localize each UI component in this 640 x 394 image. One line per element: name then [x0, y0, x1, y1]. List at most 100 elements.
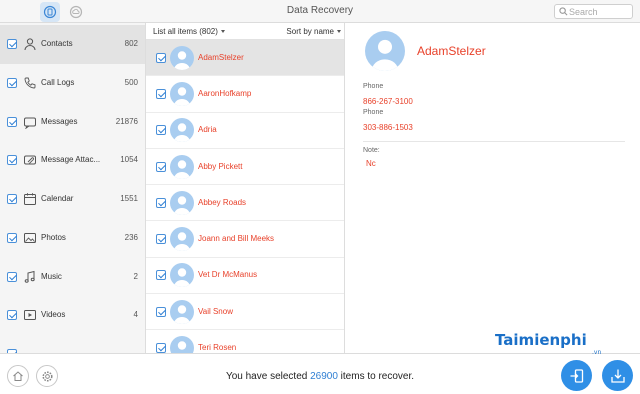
list-item[interactable]: AaronHofkamp	[146, 76, 344, 113]
person-silhouette-icon	[174, 232, 190, 252]
search-input[interactable]	[569, 6, 629, 17]
chevron-down-icon	[337, 30, 341, 34]
list-all-items-label: List all items (802)	[153, 27, 218, 36]
bottom-bar: You have selected 26900 items to recover…	[0, 353, 640, 394]
sidebar-item-photos[interactable]: Photos 236	[0, 219, 145, 258]
avatar	[170, 263, 194, 288]
sidebar-item-count: 21876	[115, 116, 138, 126]
music-icon	[24, 270, 35, 283]
category-checkbox[interactable]	[7, 194, 17, 205]
watermark-logo: Taimienphi .vn	[495, 331, 601, 356]
list-item[interactable]: Teri Rosen	[146, 330, 344, 353]
sidebar-item-calendar[interactable]: Calendar 1551	[0, 180, 145, 219]
category-checkbox[interactable]	[7, 116, 17, 127]
category-checkbox[interactable]	[7, 232, 17, 243]
list-item[interactable]: Adria	[146, 113, 344, 149]
row-checkbox[interactable]	[156, 306, 166, 317]
category-checkbox[interactable]	[7, 155, 17, 166]
category-checkbox[interactable]	[7, 39, 17, 50]
list-item[interactable]: Abby Pickett	[146, 149, 344, 186]
sidebar-item-count: 1054	[120, 155, 138, 165]
watermark-suffix: .vn	[592, 349, 602, 356]
detail-name: AdamStelzer	[417, 44, 486, 58]
avatar	[170, 81, 194, 106]
contact-name: Joann and Bill Meeks	[198, 234, 275, 244]
message-icon	[24, 117, 36, 129]
sidebar-item-contacts[interactable]: Contacts 802	[0, 25, 145, 64]
recover-to-device-button[interactable]	[561, 360, 592, 391]
category-checkbox[interactable]	[7, 78, 17, 89]
row-checkbox[interactable]	[156, 52, 166, 63]
download-to-computer-icon	[610, 369, 625, 383]
category-checkbox[interactable]	[7, 271, 17, 282]
person-silhouette-icon	[174, 268, 190, 288]
contact-name: AaronHofkamp	[198, 88, 252, 98]
paperclip-icon	[24, 155, 36, 165]
selection-status: You have selected 26900 items to recover…	[0, 371, 640, 382]
window-title: Data Recovery	[286, 5, 354, 16]
title-bar: Data Recovery	[0, 0, 640, 23]
sidebar-item-label: Messages	[41, 116, 78, 126]
sidebar-item-label: Calendar	[41, 194, 74, 204]
row-checkbox[interactable]	[156, 197, 166, 208]
avatar	[170, 299, 194, 324]
row-checkbox[interactable]	[156, 88, 166, 99]
row-checkbox[interactable]	[156, 161, 166, 172]
cloud-tab-button[interactable]	[66, 2, 86, 22]
video-icon	[24, 310, 36, 321]
list-item[interactable]: Joann and Bill Meeks	[146, 222, 344, 258]
phone-label: Phone	[363, 109, 384, 116]
search-box[interactable]	[554, 4, 633, 19]
row-checkbox[interactable]	[156, 125, 166, 136]
list-item[interactable]: Vet Dr McManus	[146, 258, 344, 295]
status-suffix: items to recover.	[337, 371, 415, 382]
avatar	[170, 118, 194, 143]
sidebar-item-count: 236	[124, 232, 138, 242]
sidebar-item-messages[interactable]: Messages 21876	[0, 102, 145, 141]
export-to-device-icon	[570, 368, 583, 383]
sidebar-item-count: 802	[124, 39, 138, 49]
sort-by-label: Sort by name	[286, 27, 334, 36]
sidebar-item-music[interactable]: Music 2	[0, 257, 145, 296]
category-checkbox[interactable]	[7, 310, 17, 321]
recover-to-computer-button[interactable]	[602, 360, 633, 391]
sidebar-item-call-logs[interactable]: Call Logs 500	[0, 64, 145, 103]
list-item[interactable]: Vail Snow	[146, 294, 344, 331]
category-sidebar: Contacts 802 Call Logs 500 Messages 2187…	[0, 23, 146, 353]
person-icon	[24, 38, 36, 51]
avatar	[170, 336, 194, 353]
contact-detail: AdamStelzer Phone 866-267-3100 Phone 303…	[346, 23, 640, 353]
list-item[interactable]: AdamStelzer	[146, 40, 344, 77]
sidebar-item-count: 1551	[120, 194, 138, 204]
photo-icon	[24, 232, 36, 243]
selected-count: 26900	[310, 371, 338, 382]
row-checkbox[interactable]	[156, 270, 166, 281]
sidebar-item-count: 4	[133, 310, 138, 320]
list-all-items-dropdown[interactable]: List all items (802)	[153, 27, 225, 36]
sidebar-item-label: Photos	[41, 232, 66, 242]
sidebar-item-message-attachments[interactable]: Message Attac... 1054	[0, 141, 145, 180]
note-value: Nc	[366, 159, 376, 168]
sidebar-item-label: Music	[41, 271, 62, 281]
calendar-icon	[24, 193, 36, 206]
contact-name: Adria	[198, 125, 217, 135]
contact-name: Vet Dr McManus	[198, 270, 258, 280]
divider	[363, 141, 625, 142]
list-header: List all items (802) Sort by name	[146, 23, 344, 40]
avatar	[170, 154, 194, 179]
avatar	[170, 227, 194, 252]
sort-by-dropdown[interactable]: Sort by name	[286, 27, 341, 36]
sidebar-item-partial[interactable]	[0, 335, 145, 353]
sidebar-item-label: Message Attac...	[41, 155, 101, 165]
person-silhouette-icon	[174, 159, 190, 179]
row-checkbox[interactable]	[156, 234, 166, 245]
list-item[interactable]: Abbey Roads	[146, 185, 344, 222]
person-silhouette-icon	[174, 123, 190, 143]
row-checkbox[interactable]	[156, 343, 166, 353]
sidebar-item-count: 2	[133, 271, 138, 281]
sidebar-item-videos[interactable]: Videos 4	[0, 296, 145, 335]
contact-name: Abby Pickett	[198, 161, 243, 171]
contact-list: List all items (802) Sort by name AdamSt…	[146, 23, 345, 353]
person-silhouette-icon	[174, 305, 190, 324]
device-tab-button[interactable]	[40, 2, 60, 22]
